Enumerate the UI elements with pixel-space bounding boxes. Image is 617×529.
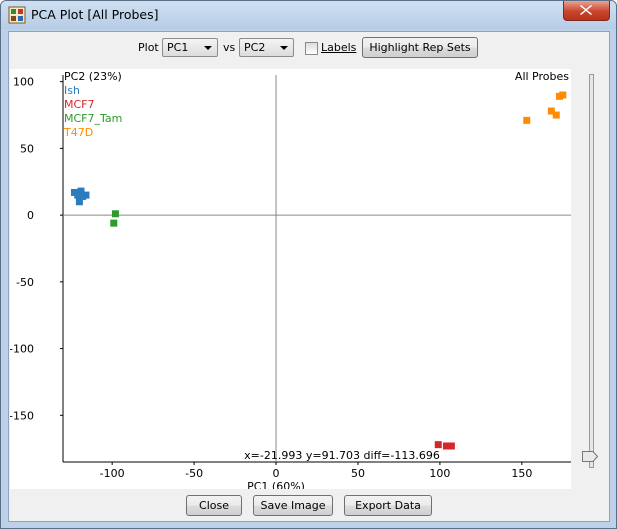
- app-icon: [8, 6, 26, 24]
- title-bar[interactable]: PCA Plot [All Probes]: [1, 1, 616, 29]
- y-pc-select[interactable]: PC2: [239, 38, 294, 57]
- x-tick-label: -100: [100, 467, 125, 480]
- legend-item: Ish: [64, 84, 80, 97]
- data-point: [523, 116, 531, 124]
- x-tick-label: 50: [351, 467, 365, 480]
- x-pc-value: PC1: [167, 41, 189, 54]
- data-point: [447, 442, 455, 450]
- legend-item: MCF7_Tam: [64, 112, 122, 125]
- y-tick-label: 50: [20, 142, 34, 155]
- cursor-readout: x=-21.993 y=91.703 diff=-113.696: [244, 449, 440, 462]
- window-close-button[interactable]: [563, 1, 610, 21]
- x-tick-label: -50: [185, 467, 203, 480]
- y-tick-label: -50: [16, 276, 34, 289]
- data-point: [552, 111, 560, 119]
- dialog-content: Plot PC1 vs PC2 Labels Highlight Rep Set…: [8, 31, 610, 522]
- close-icon: [580, 5, 592, 15]
- probe-slider-track[interactable]: [589, 74, 594, 468]
- y-tick-label: -150: [10, 409, 34, 422]
- x-tick-label: 100: [429, 467, 450, 480]
- y-tick-label: 100: [13, 76, 34, 89]
- legend-item: T47D: [63, 126, 93, 139]
- vs-label: vs: [223, 41, 236, 54]
- data-point: [75, 198, 83, 206]
- y-tick-label: 0: [27, 209, 34, 222]
- y-pc-value: PC2: [244, 41, 266, 54]
- pca-plot-window: PCA Plot [All Probes] Plot PC1 vs PC2 La…: [0, 0, 617, 529]
- x-axis-label: PC1 (60%): [247, 480, 305, 489]
- plot-label: Plot: [138, 41, 159, 54]
- plot-area[interactable]: 100 50 0 -50 -100 -150 -100 -50 0 50 100 150 PC1 (60…: [10, 69, 571, 489]
- data-point: [434, 441, 442, 449]
- x-tick-label: 0: [273, 467, 280, 480]
- y-tick-label: -100: [10, 343, 34, 356]
- legend-title: PC2 (23%): [64, 70, 122, 83]
- labels-checkbox-label[interactable]: Labels: [321, 41, 356, 54]
- pca-scatter-chart[interactable]: 100 50 0 -50 -100 -150 -100 -50 0 50 100 150 PC1 (60…: [10, 69, 571, 489]
- x-pc-select[interactable]: PC1: [162, 38, 218, 57]
- window-title: PCA Plot [All Probes]: [31, 7, 159, 22]
- legend-item: MCF7: [64, 98, 95, 111]
- x-tick-label: 150: [511, 467, 532, 480]
- export-data-button[interactable]: Export Data: [344, 495, 432, 516]
- data-point: [111, 210, 119, 218]
- labels-checkbox[interactable]: [305, 42, 318, 55]
- data-point: [110, 219, 118, 227]
- probe-slider-thumb[interactable]: [582, 451, 598, 462]
- chevron-down-icon: [280, 46, 288, 50]
- probe-set-label: All Probes: [515, 70, 569, 83]
- close-button[interactable]: Close: [186, 495, 242, 516]
- chevron-down-icon: [204, 46, 212, 50]
- highlight-rep-sets-button[interactable]: Highlight Rep Sets: [362, 37, 478, 58]
- data-point: [559, 91, 567, 99]
- save-image-button[interactable]: Save Image: [253, 495, 333, 516]
